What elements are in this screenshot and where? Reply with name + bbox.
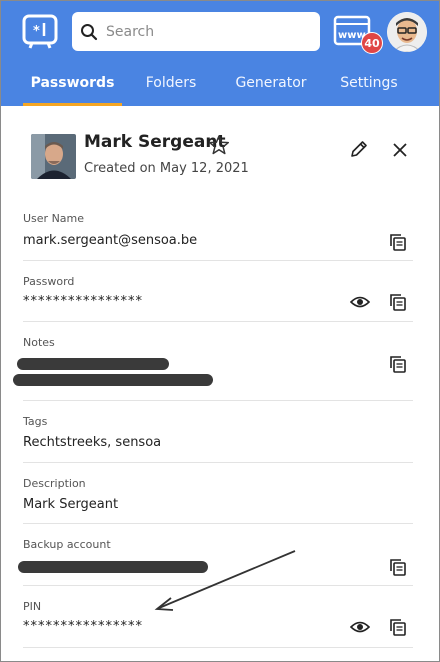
show-pin-eye-icon[interactable]	[349, 617, 371, 637]
tags-value: Rechtstreeks, sensoa	[23, 435, 162, 450]
pin-value[interactable]: ****************	[23, 619, 143, 634]
tags-label: Tags	[23, 415, 48, 428]
edit-pencil-icon[interactable]	[349, 139, 369, 159]
copy-icon[interactable]	[388, 557, 408, 577]
notes-field: Notes	[13, 322, 413, 401]
search-input[interactable]	[106, 23, 306, 40]
description-value: Mark Sergeant	[23, 497, 119, 512]
tab-settings[interactable]: Settings	[336, 65, 402, 106]
tags-field: Tags Rechtstreeks, sensoa	[23, 401, 413, 463]
pin-label: PIN	[23, 600, 42, 613]
annotation-arrow-icon	[154, 550, 296, 611]
backup-account-label: Backup account	[23, 538, 111, 551]
copy-icon[interactable]	[388, 354, 408, 374]
header-bar: * www 40	[1, 1, 439, 106]
item-photo	[31, 134, 76, 179]
tab-folders[interactable]: Folders	[139, 65, 203, 106]
username-field: User Name mark.sergeant@sensoa.be	[23, 204, 413, 261]
show-password-eye-icon[interactable]	[349, 292, 371, 312]
description-field: Description Mark Sergeant	[23, 463, 413, 524]
app-logo-icon[interactable]: *	[22, 14, 58, 50]
user-avatar[interactable]	[387, 12, 427, 52]
favorite-star-icon[interactable]	[208, 134, 230, 156]
search-icon	[72, 12, 106, 51]
description-label: Description	[23, 477, 86, 490]
password-value[interactable]: ****************	[23, 294, 143, 309]
tab-generator[interactable]: Generator	[229, 65, 313, 106]
item-name: Mark Sergeant	[84, 132, 226, 152]
notes-label: Notes	[23, 336, 55, 349]
redacted-text	[17, 358, 169, 370]
created-date: Created on May 12, 2021	[84, 161, 249, 176]
copy-icon[interactable]	[388, 232, 408, 252]
redacted-text	[13, 374, 213, 386]
notification-badge: 40	[361, 32, 383, 54]
password-detail-panel: Mark Sergeant Created on May 12, 2021 Us…	[1, 106, 439, 661]
password-field: Password ****************	[23, 261, 413, 322]
search-box[interactable]	[72, 12, 320, 51]
tab-passwords[interactable]: Passwords	[23, 65, 122, 106]
app-window: * www 40	[0, 0, 440, 662]
username-value[interactable]: mark.sergeant@sensoa.be	[23, 233, 197, 248]
main-tabs: Passwords Folders Generator Settings	[1, 65, 439, 106]
copy-icon[interactable]	[388, 617, 408, 637]
copy-icon[interactable]	[388, 292, 408, 312]
username-label: User Name	[23, 212, 85, 225]
password-label: Password	[23, 275, 75, 288]
close-icon[interactable]	[391, 141, 409, 159]
svg-text:*: *	[33, 24, 40, 39]
